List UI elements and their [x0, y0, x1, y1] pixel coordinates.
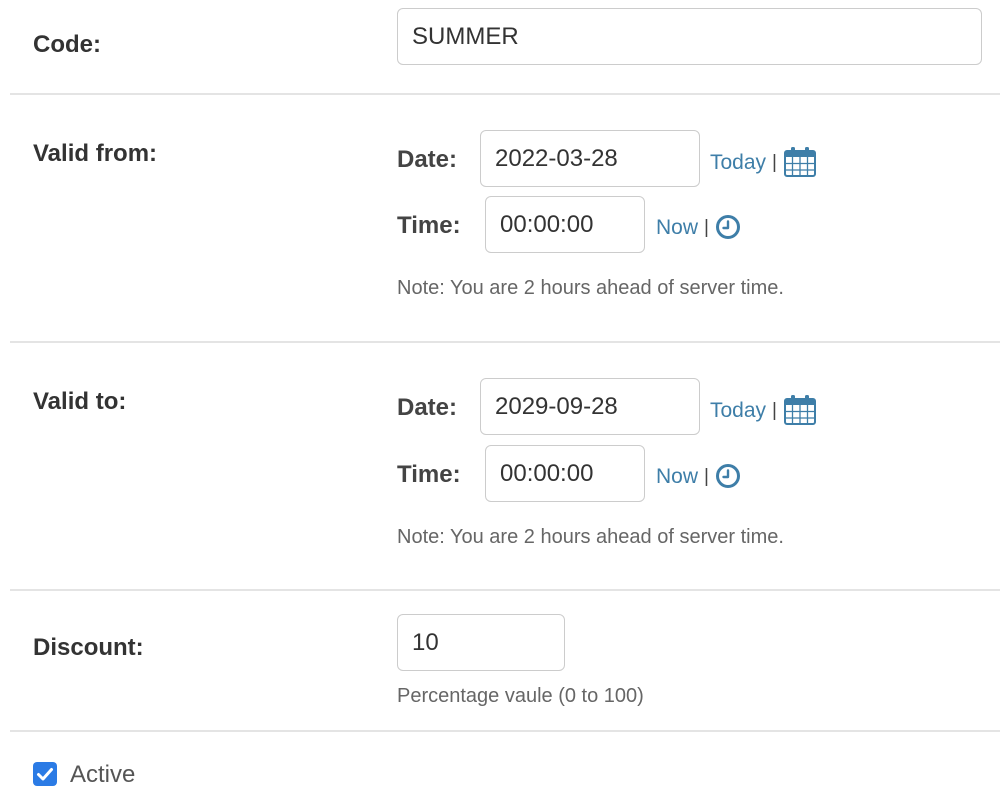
shortcut-separator: | [772, 151, 777, 173]
valid-to-date-label: Date: [397, 394, 458, 421]
row-divider [10, 589, 1000, 591]
shortcut-separator: | [772, 399, 777, 421]
valid-from-time-input[interactable] [485, 196, 645, 253]
checkmark-icon [37, 768, 53, 781]
calendar-icon[interactable] [783, 394, 817, 426]
calendar-icon[interactable] [783, 146, 817, 178]
active-checkbox[interactable] [33, 762, 57, 786]
discount-help-text: Percentage vaule (0 to 100) [397, 685, 644, 707]
valid-from-label: Valid from: [33, 140, 158, 167]
valid-from-time-label: Time: [397, 212, 461, 239]
valid-from-time-shortcuts: Now | [656, 214, 741, 240]
row-divider [10, 93, 1000, 95]
shortcut-separator: | [704, 216, 709, 238]
valid-to-today-link[interactable]: Today [710, 400, 766, 421]
row-divider [10, 730, 1000, 732]
valid-to-now-link[interactable]: Now [656, 466, 698, 487]
clock-icon[interactable] [715, 214, 741, 240]
row-divider [10, 341, 1000, 343]
shortcut-separator: | [704, 465, 709, 487]
valid-to-timezone-note: Note: You are 2 hours ahead of server ti… [397, 526, 784, 548]
discount-label: Discount: [33, 634, 144, 661]
valid-to-time-label: Time: [397, 461, 461, 488]
valid-to-label: Valid to: [33, 388, 127, 415]
valid-from-date-shortcuts: Today | [710, 146, 817, 178]
valid-to-date-input[interactable] [480, 378, 700, 435]
valid-from-today-link[interactable]: Today [710, 152, 766, 173]
code-input[interactable] [397, 8, 982, 65]
discount-input[interactable] [397, 614, 565, 671]
clock-icon[interactable] [715, 463, 741, 489]
valid-from-now-link[interactable]: Now [656, 217, 698, 238]
valid-to-time-input[interactable] [485, 445, 645, 502]
valid-from-timezone-note: Note: You are 2 hours ahead of server ti… [397, 277, 784, 299]
valid-from-date-label: Date: [397, 146, 458, 173]
code-label: Code: [33, 31, 101, 58]
valid-to-time-shortcuts: Now | [656, 463, 741, 489]
active-label: Active [70, 761, 136, 788]
valid-from-date-input[interactable] [480, 130, 700, 187]
valid-to-date-shortcuts: Today | [710, 394, 817, 426]
